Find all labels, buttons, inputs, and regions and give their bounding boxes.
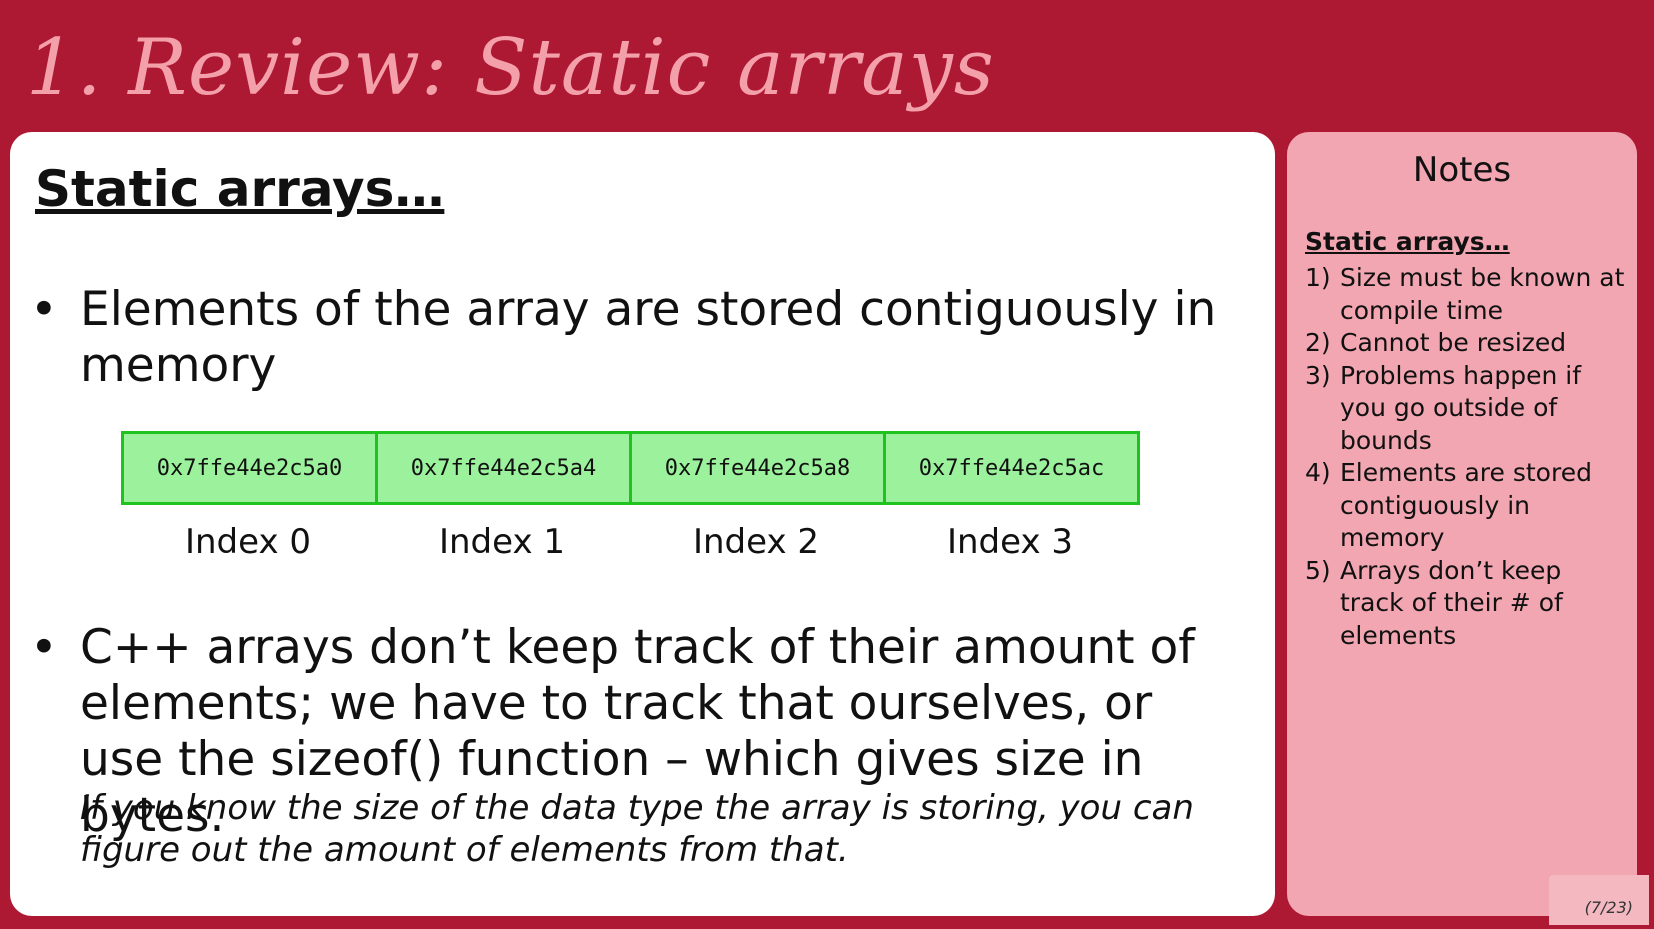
array-index-label: Index 2 <box>692 522 820 562</box>
notes-list-item: 3) Problems happen if you go outside of … <box>1305 360 1630 458</box>
bullet-dot-icon: • <box>30 282 58 337</box>
array-index-label: Index 3 <box>946 522 1074 562</box>
memory-array-diagram: 0x7ffe44e2c5a0 0x7ffe44e2c5a4 0x7ffe44e2… <box>121 431 1140 505</box>
notes-list: 1) Size must be known at compile time 2)… <box>1305 262 1630 652</box>
notes-list-item: 2) Cannot be resized <box>1305 327 1630 360</box>
array-index-labels: Index 0 Index 1 Index 2 Index 3 <box>121 522 1137 562</box>
notes-item-text: Size must be known at compile time <box>1340 263 1625 325</box>
notes-list-item: 5) Arrays don’t keep track of their # of… <box>1305 555 1630 653</box>
array-index-label: Index 1 <box>438 522 566 562</box>
bullet-text: Elements of the array are stored contigu… <box>80 282 1217 393</box>
notes-item-text: Elements are stored contiguously in memo… <box>1340 458 1592 552</box>
array-cell-address: 0x7ffe44e2c5a4 <box>378 434 632 502</box>
page-counter-text: (7/23) <box>1584 898 1633 917</box>
array-cell-address: 0x7ffe44e2c5a0 <box>124 434 378 502</box>
array-cell-address: 0x7ffe44e2c5ac <box>918 455 1105 481</box>
notes-list-item: 4) Elements are stored contiguously in m… <box>1305 457 1630 555</box>
slide-title: 1. Review: Static arrays <box>26 23 995 113</box>
notes-panel: Notes Static arrays… 1) Size must be kno… <box>1287 132 1637 916</box>
notes-item-number: 3) <box>1305 360 1331 390</box>
array-index-label: Index 0 <box>184 522 312 562</box>
array-cell-address: 0x7ffe44e2c5a8 <box>632 434 886 502</box>
italic-note: If you know the size of the data type th… <box>80 788 1194 870</box>
section-heading: Static arrays… <box>35 160 445 218</box>
notes-list-item: 1) Size must be known at compile time <box>1305 262 1630 327</box>
main-content-panel: Static arrays… • Elements of the array a… <box>10 132 1275 916</box>
notes-heading: Static arrays… <box>1305 227 1510 256</box>
notes-item-text: Arrays don’t keep track of their # of el… <box>1340 555 1563 650</box>
notes-item-number: 4) <box>1305 458 1331 487</box>
bullet-dot-icon: • <box>30 620 58 675</box>
page-counter: (7/23) <box>1549 875 1649 925</box>
notes-item-number: 5) <box>1305 555 1331 585</box>
notes-title: Notes <box>1412 150 1512 190</box>
notes-item-number: 1) <box>1305 263 1331 292</box>
notes-item-text: Problems happen if you go outside of bou… <box>1340 360 1582 455</box>
notes-item-text: Cannot be resized <box>1340 328 1567 357</box>
notes-item-number: 2) <box>1305 328 1331 357</box>
